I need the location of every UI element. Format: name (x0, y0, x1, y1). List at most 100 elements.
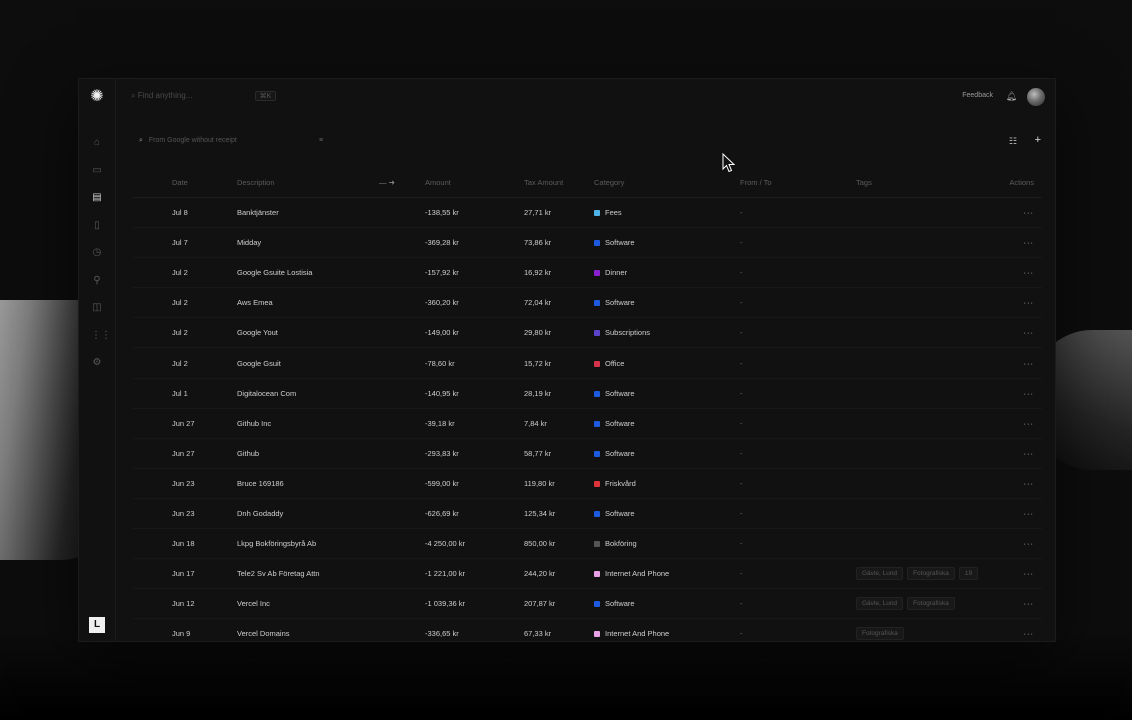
tag-badge[interactable]: 19 (958, 567, 979, 581)
row-checkbox[interactable] (133, 408, 171, 439)
row-category[interactable]: Friskvård (593, 468, 739, 499)
table-row[interactable]: Jul 2 Google Yout -149,00 kr 29,80 kr Subscr… (133, 317, 1042, 349)
more-actions-icon[interactable]: ··· (1024, 328, 1035, 337)
table-row[interactable]: Jul 2 Google Gsuite Lostisia -157,92 kr 16,… (133, 257, 1042, 289)
row-checkbox[interactable] (133, 347, 171, 379)
home-icon[interactable]: ⌂ (91, 137, 103, 149)
bell-icon[interactable]: 🔔︎ (1006, 91, 1017, 102)
row-actions[interactable]: ··· (1007, 257, 1042, 289)
row-tags[interactable] (855, 227, 1007, 259)
more-actions-icon[interactable]: ··· (1024, 509, 1035, 518)
row-category[interactable]: Software (593, 438, 739, 469)
row-tags[interactable]: Gävle, Lund Fotografiska (855, 588, 1007, 620)
row-tags[interactable] (855, 287, 1007, 319)
table-row[interactable]: Jun 17 Tele2 Sv Ab Företag Attn -1 221,00 … (133, 558, 1042, 590)
row-tags[interactable] (855, 347, 1007, 379)
tracker-icon[interactable]: ◷ (91, 247, 103, 259)
row-tags[interactable] (855, 498, 1007, 530)
row-checkbox[interactable] (133, 528, 171, 560)
global-search[interactable]: ⌕ Find anything... ⌘K (131, 91, 277, 101)
row-checkbox[interactable] (133, 227, 171, 259)
header-category[interactable]: Category (593, 167, 739, 198)
filter-icon[interactable]: ≡ (319, 137, 323, 144)
row-category[interactable]: Software (593, 378, 739, 409)
row-actions[interactable]: ··· (1007, 618, 1042, 641)
filter-search[interactable]: ⌕ From Google without receipt ≡ (139, 137, 323, 145)
header-date[interactable]: Date (171, 167, 236, 198)
select-all-checkbox[interactable] (133, 167, 171, 198)
table-row[interactable]: Jun 23 Bruce 169186 -599,00 kr 119,80 kr Fri… (133, 468, 1042, 499)
row-tags[interactable] (855, 528, 1007, 560)
header-tags[interactable]: Tags (855, 167, 1007, 198)
more-actions-icon[interactable]: ··· (1024, 449, 1035, 458)
table-row[interactable]: Jul 2 Google Gsuit -78,60 kr 15,72 kr Office… (133, 347, 1042, 379)
more-actions-icon[interactable]: ··· (1024, 389, 1035, 398)
row-category[interactable]: Office (593, 347, 739, 379)
table-row[interactable]: Jun 18 Lkpg Bokföringsbyrå Ab -4 250,00 kr… (133, 528, 1042, 560)
row-tags[interactable] (855, 257, 1007, 289)
row-actions[interactable]: ··· (1007, 588, 1042, 620)
add-transaction-button[interactable]: + (1035, 134, 1041, 146)
row-checkbox[interactable] (133, 438, 171, 469)
more-actions-icon[interactable]: ··· (1024, 359, 1035, 368)
inbox-icon[interactable]: ▭ (91, 165, 103, 177)
table-row[interactable]: Jun 9 Vercel Domains -336,65 kr 67,33 kr Int… (133, 618, 1042, 641)
row-tags[interactable] (855, 317, 1007, 349)
row-actions[interactable]: ··· (1007, 347, 1042, 379)
row-category[interactable]: Software (593, 498, 739, 530)
row-checkbox[interactable] (133, 197, 171, 229)
settings-icon[interactable]: ⚙ (91, 357, 103, 369)
row-category[interactable]: Internet And Phone (593, 558, 739, 590)
row-category[interactable]: Software (593, 287, 739, 319)
row-category[interactable]: Bokföring (593, 528, 739, 560)
row-category[interactable]: Internet And Phone (593, 618, 739, 641)
vault-icon[interactable]: ⚲ (91, 275, 103, 287)
row-tags[interactable] (855, 378, 1007, 409)
row-actions[interactable]: ··· (1007, 468, 1042, 499)
scroll-right-icon[interactable]: — ➜ (378, 167, 424, 198)
row-tags[interactable]: Fotografiska (855, 618, 1007, 641)
apps-icon[interactable]: ◫ (91, 302, 103, 314)
tag-badge[interactable]: Gävle, Lund (856, 597, 904, 611)
row-checkbox[interactable] (133, 618, 171, 641)
row-category[interactable]: Fees (593, 197, 739, 229)
row-actions[interactable]: ··· (1007, 558, 1042, 590)
workspace-logo-icon[interactable]: L (89, 617, 105, 633)
row-category[interactable]: Software (593, 408, 739, 439)
more-actions-icon[interactable]: ··· (1024, 479, 1035, 488)
avatar[interactable] (1027, 88, 1045, 106)
header-amount[interactable]: Amount (424, 167, 523, 198)
more-actions-icon[interactable]: ··· (1024, 238, 1035, 247)
table-row[interactable]: Jul 1 Digitalocean Com -140,95 kr 28,19 kr S… (133, 378, 1042, 409)
sun-logo-icon[interactable]: ✺ (89, 89, 105, 105)
row-actions[interactable]: ··· (1007, 227, 1042, 259)
more-actions-icon[interactable]: ··· (1024, 599, 1035, 608)
more-actions-icon[interactable]: ··· (1024, 298, 1035, 307)
row-actions[interactable]: ··· (1007, 438, 1042, 469)
table-row[interactable]: Jul 7 Midday -369,28 kr 73,86 kr Software - ··… (133, 227, 1042, 259)
more-actions-icon[interactable]: ··· (1024, 629, 1035, 638)
row-checkbox[interactable] (133, 317, 171, 349)
grid-icon[interactable]: ⋮⋮ (91, 330, 111, 342)
row-category[interactable]: Software (593, 227, 739, 259)
table-row[interactable]: Jun 27 Github -293,83 kr 58,77 kr Software - ·… (133, 438, 1042, 469)
header-from-to[interactable]: From / To (739, 167, 855, 198)
search-input[interactable]: Find anything... (138, 91, 193, 100)
row-tags[interactable] (855, 468, 1007, 499)
invoice-icon[interactable]: ▯ (91, 220, 103, 232)
table-row[interactable]: Jun 27 Github Inc -39,18 kr 7,84 kr Software… (133, 408, 1042, 439)
more-actions-icon[interactable]: ··· (1024, 539, 1035, 548)
more-actions-icon[interactable]: ··· (1024, 419, 1035, 428)
row-category[interactable]: Subscriptions (593, 317, 739, 349)
more-actions-icon[interactable]: ··· (1024, 268, 1035, 277)
table-row[interactable]: Jun 23 Dnh Godaddy -626,69 kr 125,34 kr Soft… (133, 498, 1042, 530)
row-actions[interactable]: ··· (1007, 498, 1042, 530)
row-category[interactable]: Dinner (593, 257, 739, 289)
row-checkbox[interactable] (133, 498, 171, 530)
table-row[interactable]: Jul 8 Banktjänster -138,55 kr 27,71 kr Fees -… (133, 197, 1042, 229)
row-actions[interactable]: ··· (1007, 408, 1042, 439)
row-actions[interactable]: ··· (1007, 287, 1042, 319)
header-tax-amount[interactable]: Tax Amount (523, 167, 593, 198)
table-row[interactable]: Jul 2 Aws Emea -360,20 kr 72,04 kr Software -… (133, 287, 1042, 319)
feedback-button[interactable]: Feedback (962, 92, 993, 99)
